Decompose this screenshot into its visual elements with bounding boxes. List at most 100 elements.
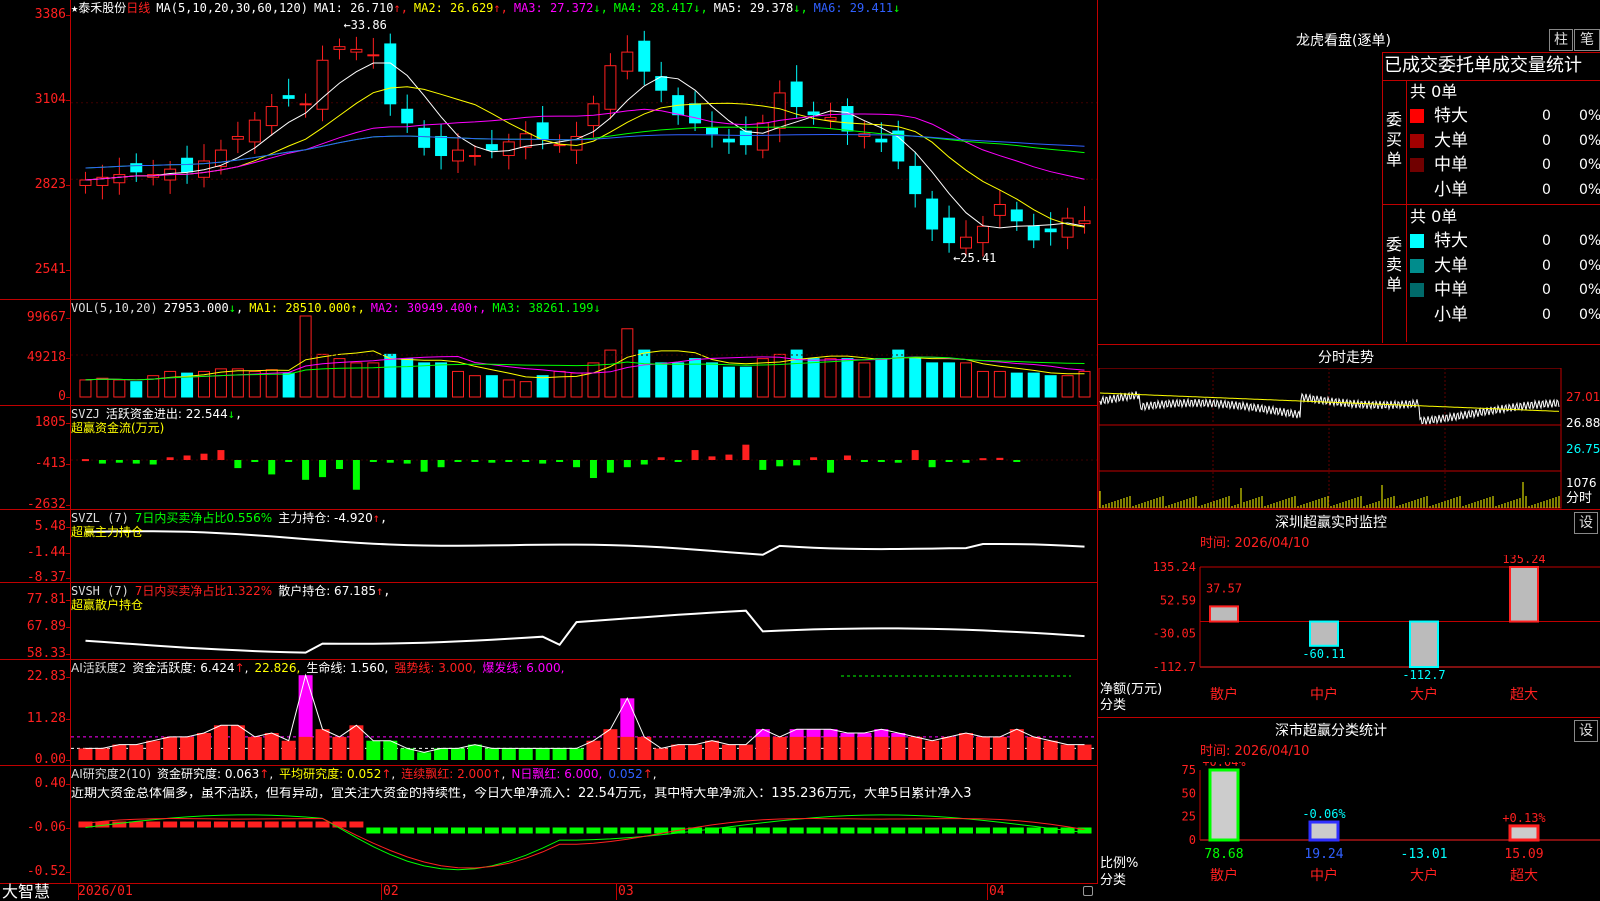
candle-body	[1061, 217, 1074, 238]
order-count: 0	[1542, 157, 1551, 173]
fund-flow-bar	[894, 459, 902, 463]
monitor-category-label: 大户	[1410, 686, 1438, 703]
activity-bar	[975, 736, 990, 760]
volume-bar	[282, 372, 295, 398]
activity-bar-base	[891, 736, 906, 760]
fund-flow-bar	[251, 459, 259, 462]
intraday-chart[interactable]	[1098, 368, 1600, 509]
candle-body	[976, 225, 989, 244]
fund-flow-bar	[742, 444, 750, 460]
research-bar	[738, 827, 753, 834]
class-settings-button[interactable]: 设	[1574, 720, 1598, 742]
volume-bar	[672, 362, 685, 398]
candle-body	[79, 179, 92, 186]
low-annotation: ←25.41	[953, 251, 996, 265]
ai2-cont-red: 连续飘红: 2.000	[401, 767, 492, 781]
date-label: 04	[989, 884, 1005, 899]
monitor-category: 分类	[1100, 698, 1127, 713]
activity-bar-base	[857, 736, 872, 760]
ai1-lifeline: 生命线: 1.560,	[306, 661, 389, 675]
candle-body	[875, 138, 888, 143]
color-swatch	[1410, 182, 1424, 197]
candle-body	[452, 149, 464, 162]
svsh-comma: ,	[383, 584, 391, 598]
ma-line	[85, 126, 1085, 169]
fund-flow-bar	[386, 459, 394, 463]
activity-bar	[467, 744, 482, 760]
research-bar	[383, 827, 398, 834]
candle-body	[265, 106, 278, 127]
bar-mode-button[interactable]: 柱	[1549, 29, 1573, 51]
buy-total: 共 0单	[1410, 82, 1458, 101]
research-bar	[366, 827, 381, 834]
research-bar	[755, 827, 770, 834]
volume-bar	[1078, 370, 1091, 398]
class-title: 深市超赢分类统计	[1275, 723, 1387, 739]
monitor-bar	[1509, 566, 1539, 623]
research-bar	[213, 821, 228, 828]
candle-body	[722, 138, 735, 143]
activity-bar-base	[264, 736, 279, 760]
candle-body	[350, 48, 363, 53]
realtime-monitor-chart[interactable]: 135.24 52.59 -30.05 -112.7 37.57 散户 -60.11 中户 -1…	[1098, 555, 1600, 715]
class-category: 分类	[1100, 873, 1127, 888]
activity-bar	[400, 748, 415, 760]
main-chart-area[interactable]: ★ 泰禾股份 日线 MA(5,10,20,30,60,120) MA1: 26.…	[0, 0, 1098, 900]
class-bar	[1308, 820, 1340, 842]
volume-bar	[452, 370, 464, 398]
candle-body	[435, 135, 448, 157]
candle-body	[638, 40, 651, 72]
activity-bar	[78, 748, 93, 760]
class-bottom-value: 19.24	[1304, 847, 1343, 862]
date-label: 03	[618, 884, 634, 899]
y-axis-label: -0.06	[26, 820, 66, 835]
fenshi-y-label: 27.01	[1566, 390, 1600, 404]
date-label: 02	[383, 884, 399, 899]
activity-bar	[501, 748, 516, 760]
activity-bar-base	[840, 736, 855, 760]
class-category-label: 超大	[1510, 868, 1538, 884]
svzl-header: SVZL (7) 7日内买卖净占比0.556% 主力持仓: -4.920 ↑ ,	[71, 511, 393, 525]
fund-flow-bar	[843, 455, 851, 460]
fund-flow-bar	[945, 459, 953, 462]
activity-bar	[721, 744, 736, 760]
svzj-arrow: ↓	[227, 407, 235, 421]
lock-icon[interactable]	[1083, 886, 1093, 896]
y-axis-label: 0	[58, 389, 66, 404]
y-axis-label: 0.40	[34, 776, 66, 791]
research-bar	[501, 827, 516, 834]
volume-bar	[976, 370, 989, 398]
candle-body	[282, 95, 295, 99]
color-swatch	[1410, 133, 1424, 148]
fund-flow-bar	[877, 459, 885, 462]
activity-bar	[925, 740, 940, 760]
monitor-bar-label: -60.11	[1302, 647, 1345, 661]
class-bar-label: -0.06%	[1302, 807, 1346, 821]
app-logo: 大智慧	[2, 882, 51, 901]
fund-flow-bar	[268, 459, 276, 475]
activity-bar	[163, 736, 178, 760]
tick-mode-button[interactable]: 笔	[1574, 29, 1600, 51]
volume-bar	[638, 349, 651, 398]
kline-chart[interactable]: ←33.86 ←25.41	[71, 0, 1097, 884]
vol-label: VOL(5,10,20)	[71, 301, 158, 315]
monitor-unit: 净额(万元)	[1100, 682, 1163, 697]
research-bar	[163, 821, 178, 828]
research-bar	[569, 827, 584, 834]
volume-bar	[807, 358, 820, 398]
volume-bar	[875, 358, 888, 398]
fund-flow-bar	[166, 457, 174, 460]
fund-flow-bar	[539, 459, 547, 464]
volume-bar	[519, 381, 532, 398]
monitor-settings-button[interactable]: 设	[1574, 512, 1598, 534]
fund-flow-bar	[827, 459, 835, 473]
date-tick	[78, 884, 79, 900]
class-stat-chart[interactable]: 75 50 25 0 +0.04% 78.68 散户 -0.06% 19.24 中户 -13.01 大…	[1098, 762, 1600, 900]
class-bar-label: +0.13%	[1502, 811, 1546, 825]
section-divider	[1098, 509, 1600, 510]
class-y-label: 50	[1182, 786, 1196, 800]
class-time: 时间: 2026/04/10	[1200, 744, 1310, 759]
y-axis-label: -1.44	[26, 545, 66, 560]
monitor-time: 时间: 2026/04/10	[1200, 536, 1310, 551]
activity-bar-base	[755, 736, 770, 760]
